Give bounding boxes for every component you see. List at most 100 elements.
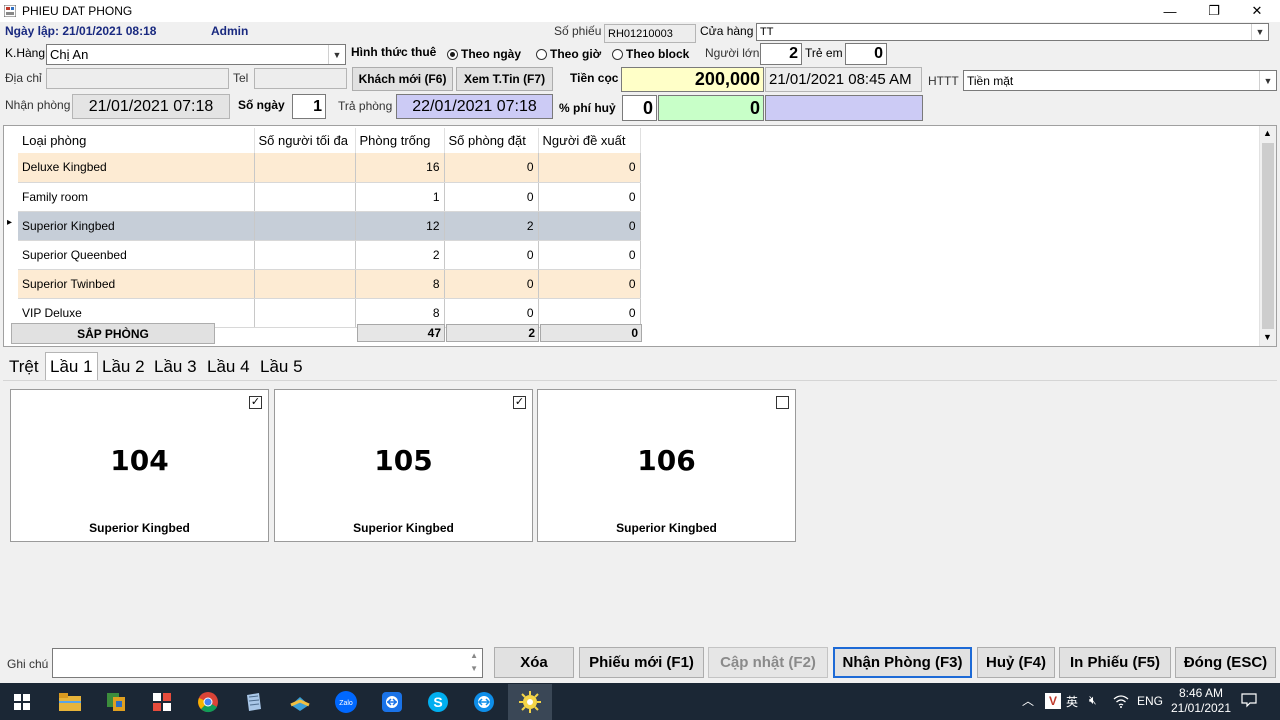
cell-max[interactable] — [254, 182, 356, 212]
clock[interactable]: 8:46 AM 21/01/2021 — [1170, 686, 1232, 716]
tab-lau-3[interactable]: Lầu 3 — [150, 354, 201, 380]
cell-max[interactable] — [254, 269, 356, 299]
room-checkbox[interactable]: ✓ — [249, 396, 262, 409]
grid-app-icon[interactable] — [147, 687, 177, 717]
radio-theo-block[interactable]: Theo block — [612, 47, 689, 61]
room-card-105[interactable]: ✓ 105 Superior Kingbed — [274, 389, 533, 542]
cell-max[interactable] — [254, 298, 356, 328]
chevron-down-icon[interactable]: ▼ — [1259, 71, 1276, 90]
col-loai-phong[interactable]: Loại phòng — [18, 128, 255, 153]
phi-huy-pct-field[interactable]: 0 — [622, 95, 657, 121]
chevron-up-icon[interactable]: ︿ — [1022, 692, 1034, 709]
cell-max[interactable] — [254, 153, 356, 183]
grid-scrollbar[interactable]: ▲ ▼ — [1259, 126, 1276, 346]
scroll-up-icon[interactable]: ▲ — [1263, 128, 1272, 138]
httt-select[interactable]: Tiền mặt ▼ — [963, 70, 1277, 91]
ghi-chu-input[interactable]: ▲ ▼ — [52, 648, 483, 678]
tab-lau-5[interactable]: Lầu 5 — [256, 354, 307, 380]
table-row[interactable]: Superior Twinbed 8 0 0 — [18, 269, 641, 299]
close-button[interactable]: ✕ — [1237, 0, 1277, 22]
huy-button[interactable]: Huỷ (F4) — [977, 647, 1055, 678]
cell-max[interactable] — [254, 211, 356, 241]
table-row[interactable]: Superior Queenbed 2 0 0 — [18, 240, 641, 270]
speaker-muted-icon[interactable]: 🔇︎ — [1089, 693, 1097, 708]
chrome-icon[interactable] — [193, 687, 223, 717]
scrollbar-thumb[interactable] — [1262, 143, 1274, 329]
cap-nhat-button[interactable]: Cập nhật (F2) — [708, 647, 828, 678]
room-card-104[interactable]: ✓ 104 Superior Kingbed — [10, 389, 269, 542]
cell-booked[interactable]: 0 — [444, 269, 539, 299]
phi-huy-amount-field[interactable]: 0 — [658, 95, 764, 121]
so-ngay-field[interactable]: 1 — [292, 94, 326, 119]
table-row[interactable]: Deluxe Kingbed 16 0 0 — [18, 153, 641, 183]
notification-icon[interactable] — [1241, 692, 1257, 711]
winrar-icon[interactable] — [285, 687, 315, 717]
cell-suggest[interactable]: 0 — [538, 153, 641, 183]
windows-start-icon[interactable] — [7, 687, 37, 717]
room-checkbox[interactable]: ✓ — [513, 396, 526, 409]
scroll-down-icon[interactable]: ▼ — [1263, 332, 1272, 342]
col-nguoi-de-xuat[interactable]: Người đề xuất — [538, 128, 641, 153]
col-phong-trong[interactable]: Phòng trống — [355, 128, 445, 153]
cua-hang-select[interactable]: TT ▼ — [756, 23, 1269, 41]
table-row[interactable]: Family room 1 0 0 — [18, 182, 641, 212]
language-indicator[interactable]: ENG — [1137, 694, 1163, 708]
cell-booked[interactable]: 0 — [444, 240, 539, 270]
tab-tret[interactable]: Trệt — [5, 354, 43, 380]
phi-huy-extra-field[interactable] — [765, 95, 923, 121]
tre-em-field[interactable]: 0 — [845, 43, 887, 65]
nhan-phong-button[interactable]: Nhận Phòng (F3) — [833, 647, 972, 678]
cell-booked[interactable]: 2 — [444, 211, 539, 241]
sap-phong-button[interactable]: SẮP PHÒNG — [11, 323, 215, 344]
cell-suggest[interactable]: 0 — [538, 240, 641, 270]
dong-button[interactable]: Đóng (ESC) — [1175, 647, 1276, 678]
cell-suggest[interactable]: 0 — [538, 298, 641, 328]
cell-suggest[interactable]: 0 — [538, 269, 641, 299]
cell-booked[interactable]: 0 — [444, 182, 539, 212]
skype-icon[interactable]: S — [423, 687, 453, 717]
phieu-moi-button[interactable]: Phiếu mới (F1) — [579, 647, 704, 678]
room-checkbox[interactable] — [776, 396, 789, 409]
remote-app-icon[interactable] — [469, 687, 499, 717]
nhan-phong-field[interactable]: 21/01/2021 07:18 — [72, 94, 230, 119]
vietkey-icon[interactable]: V — [1045, 693, 1061, 709]
xoa-button[interactable]: Xóa — [494, 647, 574, 678]
xem-ttin-button[interactable]: Xem T.Tin (F7) — [456, 67, 553, 91]
cell-max[interactable] — [254, 240, 356, 270]
cell-suggest[interactable]: 0 — [538, 211, 641, 241]
chevron-down-icon[interactable]: ▼ — [328, 45, 345, 64]
tra-phong-field[interactable]: 22/01/2021 07:18 — [396, 94, 553, 119]
room-type-grid[interactable]: Loại phòng Số người tối đa Phòng trống S… — [3, 125, 1277, 347]
nguoi-lon-field[interactable]: 2 — [760, 43, 802, 65]
chevron-down-icon[interactable]: ▼ — [1251, 24, 1268, 40]
col-so-nguoi[interactable]: Số người tối đa — [254, 128, 356, 153]
tab-lau-2[interactable]: Lầu 2 — [98, 354, 149, 380]
tien-coc-field[interactable]: 200,000 — [621, 67, 764, 92]
notes-app-icon[interactable] — [239, 687, 269, 717]
tab-lau-4[interactable]: Lầu 4 — [203, 354, 254, 380]
wifi-icon[interactable] — [1113, 694, 1129, 711]
input-method-icon[interactable]: 英 — [1066, 693, 1078, 710]
cell-booked[interactable]: 0 — [444, 298, 539, 328]
file-explorer-icon[interactable] — [55, 687, 85, 717]
room-card-106[interactable]: 106 Superior Kingbed — [537, 389, 796, 542]
radio-theo-ngay[interactable]: Theo ngày — [447, 47, 521, 61]
dia-chi-field[interactable] — [46, 68, 229, 89]
teamviewer-app-icon[interactable] — [377, 687, 407, 717]
tab-lau-1[interactable]: Lầu 1 — [45, 352, 98, 380]
in-phieu-button[interactable]: In Phiếu (F5) — [1059, 647, 1171, 678]
radio-theo-gio[interactable]: Theo giờ — [536, 47, 601, 61]
app-icon-colorful[interactable] — [101, 687, 131, 717]
cell-booked[interactable]: 0 — [444, 153, 539, 183]
khang-select[interactable]: Chị An ▼ — [46, 44, 346, 65]
hotel-app-icon[interactable] — [508, 684, 552, 720]
zalo-icon[interactable]: Zalo — [331, 687, 361, 717]
khach-moi-button[interactable]: Khách mới (F6) — [352, 67, 453, 91]
tel-field[interactable] — [254, 68, 347, 89]
restore-button[interactable]: ❐ — [1194, 0, 1234, 22]
table-row-selected[interactable]: Superior Kingbed 12 2 0 — [18, 211, 641, 241]
cell-suggest[interactable]: 0 — [538, 182, 641, 212]
minimize-button[interactable]: — — [1150, 0, 1190, 22]
spin-down-icon[interactable]: ▼ — [470, 664, 478, 673]
col-so-phong-dat[interactable]: Số phòng đặt — [444, 128, 539, 153]
